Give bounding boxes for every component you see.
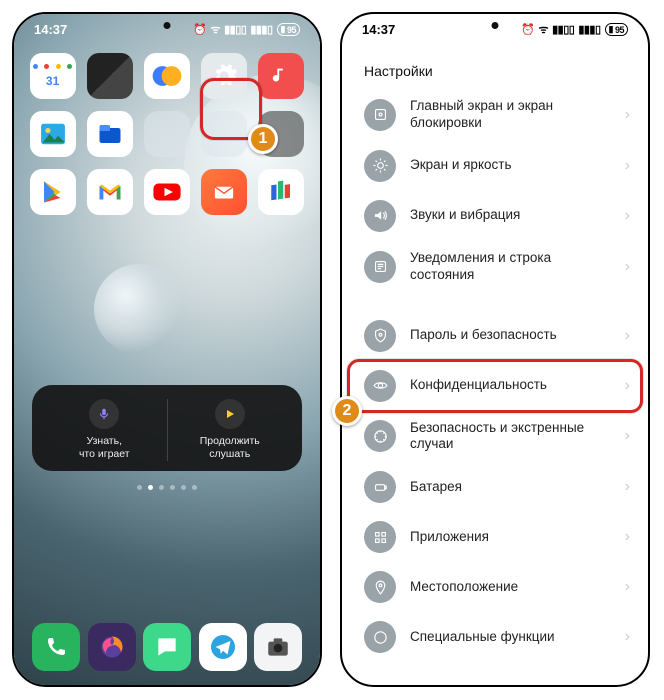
chevron-right-icon: › bbox=[625, 478, 630, 496]
signal-icon: ▮▮▯▯ bbox=[224, 23, 246, 36]
play-icon bbox=[215, 399, 245, 429]
dark-app-icon[interactable] bbox=[87, 53, 133, 99]
step1-badge: 1 bbox=[248, 124, 278, 154]
chevron-right-icon: › bbox=[625, 327, 630, 345]
status-time: 14:37 bbox=[362, 22, 395, 37]
chevron-right-icon: › bbox=[625, 377, 630, 395]
wifi-icon: ᯤ bbox=[211, 22, 221, 37]
bars-app-icon[interactable] bbox=[258, 169, 304, 215]
gallery-app-icon[interactable] bbox=[30, 111, 76, 157]
battery-indicator: ▮95 bbox=[277, 23, 300, 36]
battery-indicator: ▮95 bbox=[605, 23, 628, 36]
dock bbox=[28, 623, 306, 671]
calendar-day: 31 bbox=[46, 74, 59, 88]
page-dots[interactable] bbox=[14, 485, 320, 490]
phone-settings-screen: 14:37 ⏰ ᯤ ▮▮▯▯ ▮▮▮▯ ▮95 Настройки Главны… bbox=[340, 12, 650, 687]
row-security[interactable]: Безопасность и экстренные случаи › bbox=[342, 411, 648, 463]
gear-icon bbox=[210, 62, 238, 90]
folder-misc-icon[interactable] bbox=[201, 111, 247, 157]
chevron-right-icon: › bbox=[625, 628, 630, 646]
notification-icon bbox=[364, 251, 396, 283]
shield-icon bbox=[364, 320, 396, 352]
signal2-icon: ▮▮▮▯ bbox=[250, 23, 272, 36]
folder-google-icon[interactable] bbox=[144, 111, 190, 157]
chevron-right-icon: › bbox=[625, 528, 630, 546]
battery-icon bbox=[364, 471, 396, 503]
signal-icon: ▮▮▯▯ bbox=[552, 23, 574, 36]
chevron-right-icon: › bbox=[625, 578, 630, 596]
phone-home-screen: 14:37 ⏰ ᯤ ▮▮▯▯ ▮▮▮▯ ▮95 31 bbox=[12, 12, 322, 687]
alarm-icon: ⏰ bbox=[193, 23, 206, 36]
home-layer: 14:37 ⏰ ᯤ ▮▮▯▯ ▮▮▮▯ ▮95 31 bbox=[14, 14, 320, 685]
chevron-right-icon: › bbox=[625, 427, 630, 445]
wifi-icon: ᯤ bbox=[539, 22, 549, 37]
mic-icon bbox=[89, 399, 119, 429]
emergency-icon bbox=[364, 420, 396, 452]
status-bar: 14:37 ⏰ ᯤ ▮▮▯▯ ▮▮▮▯ ▮95 bbox=[14, 14, 320, 41]
apps-icon bbox=[364, 521, 396, 553]
privacy-icon bbox=[364, 370, 396, 402]
calendar-app-icon[interactable]: 31 bbox=[30, 53, 76, 99]
row-special[interactable]: Специальные функции › bbox=[342, 612, 648, 662]
row-display[interactable]: Экран и яркость › bbox=[342, 141, 648, 191]
firefox-icon[interactable] bbox=[88, 623, 136, 671]
row-location[interactable]: Местоположение › bbox=[342, 562, 648, 612]
widget-identify[interactable]: Узнать,что играет bbox=[42, 399, 167, 461]
row-home-lock[interactable]: Главный экран и экран блокировки › bbox=[342, 89, 648, 141]
location-icon bbox=[364, 571, 396, 603]
chevron-right-icon: › bbox=[625, 157, 630, 175]
files-app-icon[interactable] bbox=[87, 111, 133, 157]
row-battery[interactable]: Батарея › bbox=[342, 462, 648, 512]
settings-title: Настройки bbox=[342, 47, 648, 89]
status-bar: 14:37 ⏰ ᯤ ▮▮▯▯ ▮▮▮▯ ▮95 bbox=[342, 14, 648, 41]
settings-list[interactable]: Настройки Главный экран и экран блокиров… bbox=[342, 41, 648, 687]
alarm-icon: ⏰ bbox=[521, 23, 534, 36]
special-icon bbox=[364, 621, 396, 653]
sound-icon bbox=[364, 200, 396, 232]
widget-continue[interactable]: Продолжитьслушать bbox=[167, 399, 293, 461]
home-icon bbox=[364, 99, 396, 131]
step2-badge: 2 bbox=[332, 396, 362, 426]
chevron-right-icon: › bbox=[625, 207, 630, 225]
youtube-icon[interactable] bbox=[144, 169, 190, 215]
row-apps[interactable]: Приложения › bbox=[342, 512, 648, 562]
circles-app-icon[interactable] bbox=[144, 53, 190, 99]
chevron-right-icon: › bbox=[625, 106, 630, 124]
row-notifications[interactable]: Уведомления и строка состояния › bbox=[342, 241, 648, 293]
status-time: 14:37 bbox=[34, 22, 67, 37]
messages-icon[interactable] bbox=[143, 623, 191, 671]
camera-icon[interactable] bbox=[254, 623, 302, 671]
music-app-icon[interactable] bbox=[258, 53, 304, 99]
brightness-icon bbox=[364, 150, 396, 182]
play-store-icon[interactable] bbox=[30, 169, 76, 215]
chevron-right-icon: › bbox=[625, 258, 630, 276]
row-password[interactable]: Пароль и безопасность › bbox=[342, 311, 648, 361]
music-widget[interactable]: Узнать,что играет Продолжитьслушать bbox=[32, 385, 302, 471]
gmail-icon[interactable] bbox=[87, 169, 133, 215]
status-icons: ⏰ ᯤ ▮▮▯▯ ▮▮▮▯ ▮95 bbox=[193, 22, 300, 37]
phone-app-icon[interactable] bbox=[32, 623, 80, 671]
signal2-icon: ▮▮▮▯ bbox=[578, 23, 600, 36]
settings-app-icon[interactable] bbox=[201, 53, 247, 99]
mail-app-icon[interactable] bbox=[201, 169, 247, 215]
row-privacy[interactable]: Конфиденциальность › bbox=[342, 361, 648, 411]
row-sound[interactable]: Звуки и вибрация › bbox=[342, 191, 648, 241]
telegram-icon[interactable] bbox=[199, 623, 247, 671]
status-icons: ⏰ ᯤ ▮▮▯▯ ▮▮▮▯ ▮95 bbox=[521, 22, 628, 37]
